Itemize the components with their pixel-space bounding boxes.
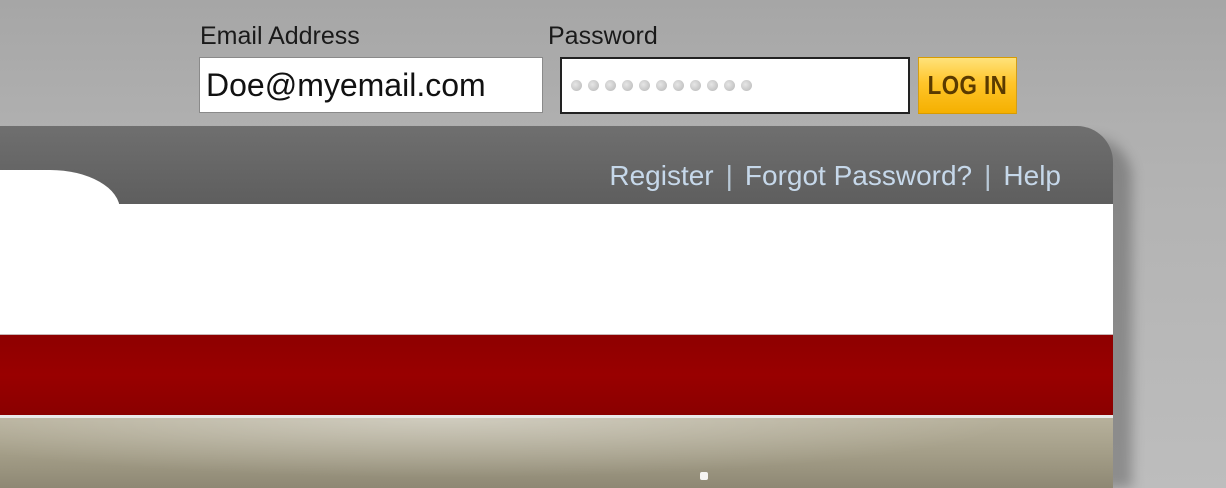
login-button[interactable]: LOG IN [918, 57, 1017, 114]
password-dot [588, 80, 599, 91]
password-dot [605, 80, 616, 91]
password-dot [639, 80, 650, 91]
password-dot [741, 80, 752, 91]
hero-image [0, 418, 1113, 488]
password-dot [622, 80, 633, 91]
main-panel: Register | Forgot Password? | Help [0, 126, 1113, 488]
header-links: Register | Forgot Password? | Help [609, 162, 1061, 190]
page: { "login": { "email_label": "Email Addre… [0, 0, 1226, 488]
password-dot [571, 80, 582, 91]
password-input[interactable] [560, 57, 910, 114]
link-separator: | [725, 160, 733, 191]
password-mask [571, 80, 752, 91]
password-dot [724, 80, 735, 91]
red-nav-bar [0, 334, 1113, 415]
hero-mark [700, 472, 708, 480]
password-label: Password [548, 22, 658, 50]
link-separator: | [984, 160, 992, 191]
panel-header: Register | Forgot Password? | Help [0, 126, 1113, 250]
password-dot [673, 80, 684, 91]
password-dot [656, 80, 667, 91]
password-dot [690, 80, 701, 91]
help-link[interactable]: Help [1003, 160, 1061, 191]
forgot-password-link[interactable]: Forgot Password? [745, 160, 972, 191]
email-label: Email Address [200, 22, 360, 50]
password-dot [707, 80, 718, 91]
register-link[interactable]: Register [609, 160, 713, 191]
content-white-area [0, 204, 1113, 334]
email-input[interactable]: Doe@myemail.com [199, 57, 543, 113]
